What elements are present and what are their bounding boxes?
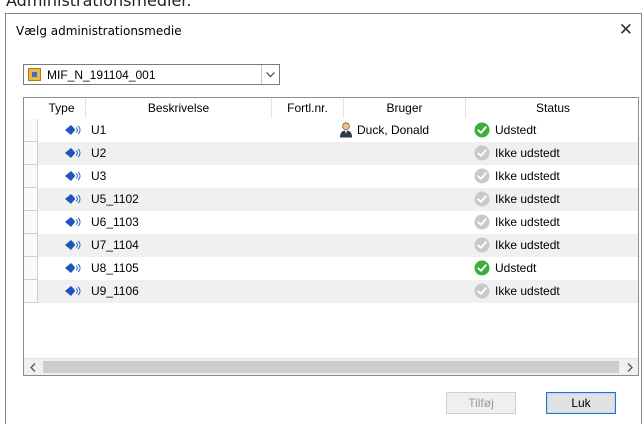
cell-description: U9_1106 bbox=[91, 284, 139, 298]
close-icon[interactable]: ✕ bbox=[619, 20, 633, 40]
user-icon bbox=[339, 122, 353, 141]
check-gray-icon bbox=[474, 145, 490, 164]
cell-status: Ikke udstedt bbox=[495, 238, 560, 252]
cell-status: Ikke udstedt bbox=[495, 215, 560, 229]
row-selector[interactable] bbox=[24, 142, 38, 165]
row-selector[interactable] bbox=[24, 211, 38, 234]
rfid-tag-icon bbox=[64, 193, 82, 208]
header-serial[interactable]: Fortl.nr. bbox=[272, 98, 344, 118]
scrollbar-thumb[interactable] bbox=[43, 361, 619, 373]
cell-description: U7_1104 bbox=[91, 238, 139, 252]
rfid-tag-icon bbox=[64, 285, 82, 300]
cell-status: Ikke udstedt bbox=[495, 284, 560, 298]
cell-status: Udstedt bbox=[495, 123, 537, 137]
check-gray-icon bbox=[474, 283, 490, 302]
cell-status: Ikke udstedt bbox=[495, 146, 560, 160]
cell-status: Udstedt bbox=[495, 261, 537, 275]
check-green-icon bbox=[474, 260, 490, 279]
close-button[interactable]: Luk bbox=[546, 392, 616, 414]
check-gray-icon bbox=[474, 237, 490, 256]
table-row[interactable]: U7_1104 Ikke udstedt bbox=[24, 234, 638, 257]
media-select-value: MIF_N_191104_001 bbox=[47, 68, 156, 82]
table-row[interactable]: U9_1106 Ikke udstedt bbox=[24, 280, 638, 303]
media-table: Type Beskrivelse Fortl.nr. Bruger Status… bbox=[23, 97, 639, 376]
rfid-tag-icon bbox=[64, 170, 82, 185]
cell-status: Ikke udstedt bbox=[495, 192, 560, 206]
row-selector[interactable] bbox=[24, 280, 38, 303]
select-media-dialog: Vælg administrationsmedie ✕ MIF_N_191104… bbox=[5, 13, 642, 424]
table-row[interactable]: U3 Ikke udstedt bbox=[24, 165, 638, 188]
rfid-tag-icon bbox=[64, 262, 82, 277]
header-status[interactable]: Status bbox=[466, 98, 638, 118]
table-row[interactable]: U1 Duck, Donald Udstedt bbox=[24, 119, 638, 142]
chevron-left-icon[interactable] bbox=[24, 359, 41, 375]
row-selector[interactable] bbox=[24, 188, 38, 211]
cell-status: Ikke udstedt bbox=[495, 169, 560, 183]
table-row[interactable]: U8_1105 Udstedt bbox=[24, 257, 638, 280]
cell-description: U8_1105 bbox=[91, 261, 139, 275]
media-card-icon bbox=[28, 68, 41, 81]
chevron-right-icon[interactable] bbox=[621, 359, 638, 375]
background-window-title: Administrationsmedier. bbox=[6, 0, 192, 10]
table-header: Type Beskrivelse Fortl.nr. Bruger Status bbox=[24, 98, 638, 118]
check-green-icon bbox=[474, 122, 490, 141]
check-gray-icon bbox=[474, 214, 490, 233]
check-gray-icon bbox=[474, 191, 490, 210]
cell-description: U2 bbox=[91, 146, 107, 160]
rfid-tag-icon bbox=[64, 124, 82, 139]
cell-user: Duck, Donald bbox=[357, 123, 430, 137]
row-selector[interactable] bbox=[24, 234, 38, 257]
table-row[interactable]: U2 Ikke udstedt bbox=[24, 142, 638, 165]
header-user[interactable]: Bruger bbox=[344, 98, 466, 118]
row-selector[interactable] bbox=[24, 257, 38, 280]
chevron-down-icon[interactable] bbox=[261, 65, 279, 84]
check-gray-icon bbox=[474, 168, 490, 187]
cell-description: U5_1102 bbox=[91, 192, 139, 206]
table-row[interactable]: U6_1103 Ikke udstedt bbox=[24, 211, 638, 234]
add-button[interactable]: Tilføj bbox=[446, 392, 516, 414]
dialog-title: Vælg administrationsmedie bbox=[16, 24, 182, 38]
row-selector[interactable] bbox=[24, 165, 38, 188]
rfid-tag-icon bbox=[64, 216, 82, 231]
row-selector[interactable] bbox=[24, 119, 38, 142]
media-select[interactable]: MIF_N_191104_001 bbox=[23, 64, 280, 85]
header-type[interactable]: Type bbox=[38, 98, 86, 118]
rfid-tag-icon bbox=[64, 147, 82, 162]
rfid-tag-icon bbox=[64, 239, 82, 254]
cell-description: U6_1103 bbox=[91, 215, 139, 229]
cell-description: U1 bbox=[91, 123, 107, 137]
table-row[interactable]: U5_1102 Ikke udstedt bbox=[24, 188, 638, 211]
cell-description: U3 bbox=[91, 169, 107, 183]
horizontal-scrollbar[interactable] bbox=[24, 358, 638, 375]
header-description[interactable]: Beskrivelse bbox=[86, 98, 272, 118]
